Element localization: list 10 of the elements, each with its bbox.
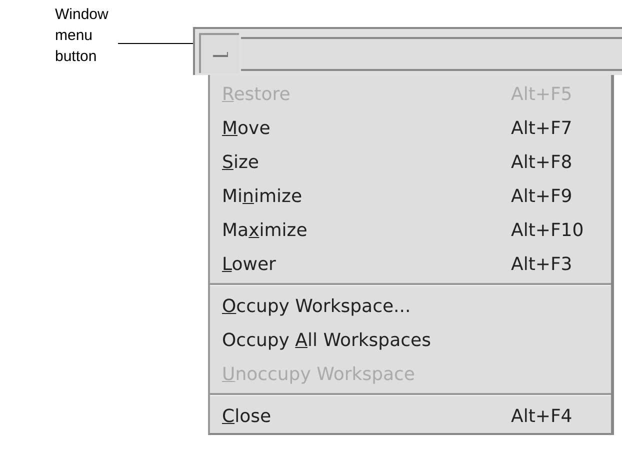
menu-item[interactable]: Move Alt+F7 bbox=[210, 111, 611, 145]
menu-item[interactable]: Close Alt+F4 bbox=[210, 399, 611, 433]
menu-item[interactable]: Lower Alt+F3 bbox=[210, 247, 611, 281]
menu-item[interactable]: Occupy Workspace... bbox=[210, 289, 611, 323]
callout-label: Window menu button bbox=[55, 5, 110, 67]
menu-item[interactable]: Maximize Alt+F10 bbox=[210, 213, 611, 247]
window-menu-button[interactable] bbox=[199, 33, 239, 73]
menu-item[interactable]: Size Alt+F8 bbox=[210, 145, 611, 179]
menu-item[interactable]: Occupy All Workspaces bbox=[210, 323, 611, 357]
menu-item[interactable]: Minimize Alt+F9 bbox=[210, 179, 611, 213]
